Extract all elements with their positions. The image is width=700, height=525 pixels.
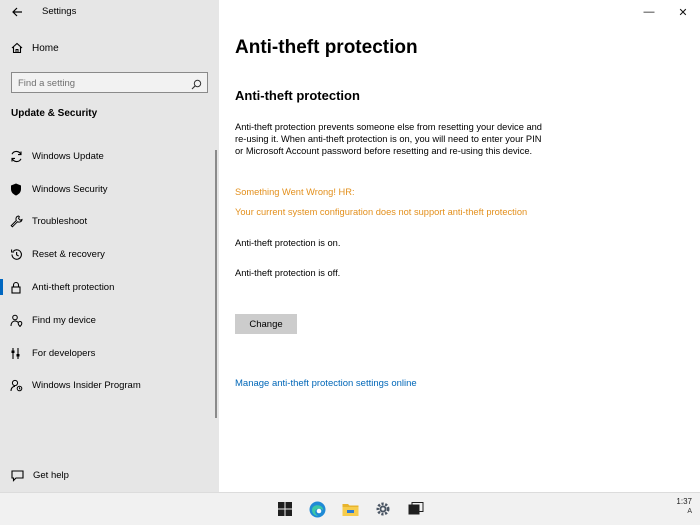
status-off-text: Anti-theft protection is off. <box>235 268 341 278</box>
edge-browser-icon[interactable] <box>308 500 326 518</box>
wrench-icon <box>9 215 23 229</box>
input-language[interactable]: A <box>687 508 692 515</box>
sidebar-item-windows-security[interactable]: Windows Security <box>0 173 216 206</box>
sidebar-item-windows-update[interactable]: Windows Update <box>0 140 216 173</box>
active-indicator <box>0 279 3 296</box>
clock-time[interactable]: 1:37 <box>676 496 692 507</box>
sidebar-item-label: Windows Security <box>32 183 108 195</box>
settings-gear-icon[interactable] <box>374 500 392 518</box>
windows-start-icon[interactable] <box>276 500 294 518</box>
sidebar-item-find-my-device[interactable]: Find my device <box>0 304 216 337</box>
minimize-button[interactable]: — <box>632 0 666 24</box>
task-view-icon[interactable] <box>407 500 425 518</box>
home-label: Home <box>32 42 59 54</box>
status-on-text: Anti-theft protection is on. <box>235 238 341 248</box>
error-message: Your current system configuration does n… <box>235 207 528 217</box>
search-icon[interactable] <box>191 77 202 90</box>
sidebar-scrollbar[interactable] <box>215 150 217 418</box>
window-controls: — ✕ <box>632 0 700 24</box>
sidebar-item-label: For developers <box>32 347 96 359</box>
get-help-link[interactable]: Get help <box>10 468 69 482</box>
main-content: — ✕ Anti-theft protection Anti-theft pro… <box>219 0 700 492</box>
sidebar-item-for-developers[interactable]: For developers <box>0 337 216 370</box>
insider-icon <box>9 379 23 393</box>
settings-sidebar: Settings Home Update & Security Windows … <box>0 0 219 492</box>
person-location-icon <box>9 313 23 327</box>
lock-icon <box>9 281 23 295</box>
search-box[interactable] <box>11 72 208 93</box>
sidebar-item-troubleshoot[interactable]: Troubleshoot <box>0 206 216 239</box>
manage-settings-link[interactable]: Manage anti-theft protection settings on… <box>235 378 417 389</box>
description-text: Anti-theft protection prevents someone e… <box>235 122 542 156</box>
close-button[interactable]: ✕ <box>666 0 700 24</box>
sync-icon <box>9 149 23 163</box>
get-help-label: Get help <box>33 469 69 481</box>
back-arrow-icon[interactable] <box>8 4 26 20</box>
sidebar-section-title: Update & Security <box>11 108 98 119</box>
page-title: Anti-theft protection <box>235 37 418 58</box>
home-icon <box>10 41 24 55</box>
sidebar-nav: Windows Update Windows Security Troubles… <box>0 140 216 402</box>
sidebar-item-label: Find my device <box>32 314 96 326</box>
shield-icon <box>9 182 23 196</box>
sidebar-item-windows-insider[interactable]: Windows Insider Program <box>0 370 216 403</box>
sidebar-item-label: Windows Insider Program <box>32 380 141 392</box>
file-explorer-icon[interactable] <box>341 500 359 518</box>
search-input[interactable] <box>18 76 188 90</box>
sidebar-item-reset-recovery[interactable]: Reset & recovery <box>0 238 216 271</box>
developer-icon <box>9 346 23 360</box>
sidebar-item-anti-theft[interactable]: Anti-theft protection <box>0 271 216 304</box>
sidebar-item-label: Windows Update <box>32 150 104 162</box>
chat-help-icon <box>10 468 24 482</box>
history-icon <box>9 248 23 262</box>
section-title: Anti-theft protection <box>235 88 360 103</box>
sidebar-item-label: Reset & recovery <box>32 249 105 261</box>
change-button[interactable]: Change <box>235 314 297 334</box>
app-title: Settings <box>42 6 77 17</box>
taskbar: 1:37 A <box>0 492 700 525</box>
sidebar-item-label: Troubleshoot <box>32 216 88 228</box>
sidebar-item-label: Anti-theft protection <box>32 282 115 294</box>
home-link[interactable]: Home <box>10 41 59 55</box>
error-title: Something Went Wrong! HR: <box>235 187 355 197</box>
